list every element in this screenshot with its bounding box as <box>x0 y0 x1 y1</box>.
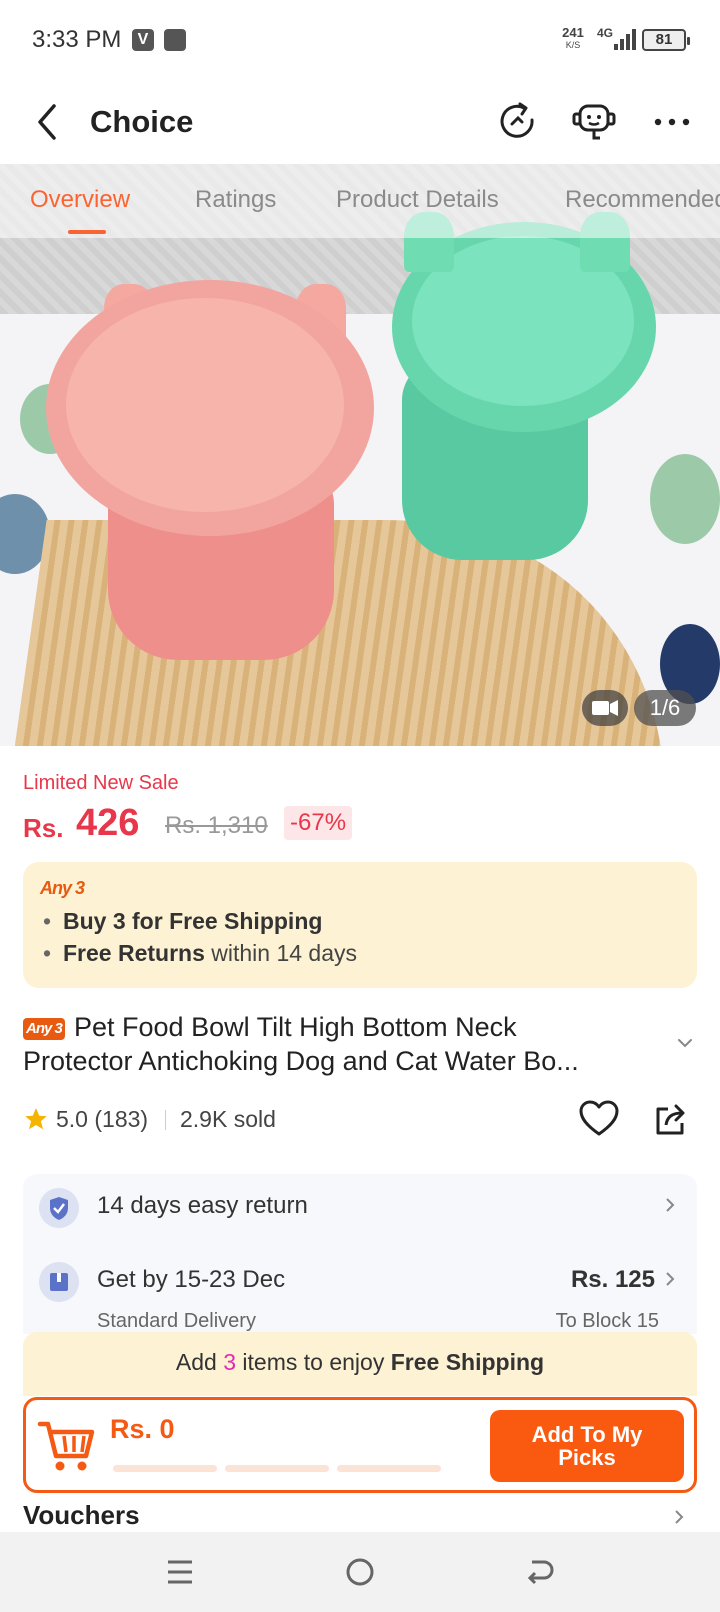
menu-icon[interactable] <box>162 1554 198 1590</box>
ship-to-text: To Block 15 <box>555 1310 659 1332</box>
divider <box>165 1110 166 1130</box>
promo-returns-text: within 14 days <box>204 940 358 966</box>
section-tabs: Overview Ratings Product Details Recomme… <box>0 164 720 238</box>
product-image-gallery[interactable]: Overview Ratings Product Details Recomme… <box>0 164 720 746</box>
back-nav-icon[interactable] <box>522 1554 558 1590</box>
original-price: Rs. 1,310 <box>165 812 268 839</box>
sold-count: 2.9K sold <box>180 1106 276 1132</box>
more-icon[interactable] <box>650 100 694 144</box>
network-speed-unit: K/S <box>565 40 581 50</box>
network-type: 4G <box>597 26 614 40</box>
promo-box[interactable]: Any 3 • Buy 3 for Free Shipping • Free Ret… <box>23 862 697 988</box>
sale-label: Limited New Sale <box>23 772 179 794</box>
services-panel: 14 days easy return Get by 15-23 Dec Sta… <box>23 1174 697 1334</box>
discount-badge: -67% <box>284 806 353 840</box>
price-value: 426 <box>76 802 140 844</box>
add-to-my-picks-button[interactable]: Add To My Picks <box>490 1410 684 1482</box>
free-shipping-bar: Add 3 items to enjoy Free Shipping <box>23 1332 697 1396</box>
vouchers-heading[interactable]: Vouchers <box>23 1500 140 1531</box>
star-icon <box>25 1108 47 1130</box>
chevron-right-icon <box>666 1272 675 1286</box>
notification-square-icon <box>164 29 186 51</box>
status-time: 3:33 PM <box>32 26 122 53</box>
tab-ratings[interactable]: Ratings <box>195 186 276 214</box>
app-header: Choice <box>0 80 720 164</box>
network-speed: 241 K/S <box>558 26 588 50</box>
package-icon <box>39 1262 79 1302</box>
delivery-method-text: Standard Delivery <box>97 1310 256 1332</box>
refresh-icon[interactable] <box>496 100 540 144</box>
return-policy-text: 14 days easy return <box>97 1192 308 1219</box>
chevron-right-icon[interactable] <box>672 1508 686 1526</box>
progress-segment <box>113 1465 217 1472</box>
product-title-line1[interactable]: Pet Food Bowl Tilt High Bottom Neck <box>74 1012 517 1043</box>
signal-icon <box>614 28 636 50</box>
shipping-fee: Rs. 125 <box>570 1266 655 1293</box>
shield-check-icon <box>39 1188 79 1228</box>
progress-segment <box>337 1465 441 1472</box>
delivery-date-text: Get by 15-23 Dec <box>97 1266 286 1293</box>
tab-product-details[interactable]: Product Details <box>336 186 499 214</box>
tab-recommended[interactable]: Recommended <box>565 186 720 214</box>
promo-tag: Any 3 <box>40 878 85 898</box>
app-notification-icon: V <box>132 29 154 51</box>
picks-cart-bar: Rs. 0 Add To My Picks <box>23 1397 697 1493</box>
page-title: Choice <box>90 104 194 139</box>
promo-returns-bold: Free Returns <box>63 940 205 966</box>
customer-service-icon[interactable] <box>572 100 616 144</box>
free-shipping-text: Add 3 items to enjoy Free Shipping <box>175 1349 545 1375</box>
back-icon[interactable] <box>30 102 66 142</box>
chevron-down-icon[interactable] <box>676 1034 694 1052</box>
status-bar: 3:33 PM V 241 K/S 4G 81 <box>0 0 720 80</box>
progress-segment <box>225 1465 329 1472</box>
cart-total: Rs. 0 <box>110 1414 175 1444</box>
share-icon[interactable] <box>652 1099 690 1139</box>
home-icon[interactable] <box>342 1554 378 1590</box>
tab-overview[interactable]: Overview <box>30 186 130 214</box>
promo-shipping-text: Buy 3 for Free Shipping <box>63 908 323 934</box>
system-nav-bar <box>0 1532 720 1612</box>
wishlist-heart-icon[interactable] <box>578 1099 620 1139</box>
rating-value: 5.0 (183) <box>56 1106 149 1132</box>
promo-returns-line: • Free Returns within 14 days <box>43 940 358 966</box>
product-title-line2[interactable]: Protector Antichoking Dog and Cat Water … <box>23 1046 579 1077</box>
promo-shipping-line: • Buy 3 for Free Shipping <box>43 908 323 934</box>
image-counter: 1/6 <box>634 690 696 726</box>
network-speed-value: 241 <box>562 25 584 40</box>
price-currency: Rs. <box>23 813 64 843</box>
video-play-icon[interactable] <box>582 690 628 726</box>
battery-icon: 81 <box>642 29 690 51</box>
cart-icon[interactable] <box>36 1414 98 1476</box>
any3-badge: Any 3 <box>23 1018 65 1040</box>
tab-active-indicator <box>68 230 106 234</box>
chevron-right-icon <box>666 1198 675 1212</box>
